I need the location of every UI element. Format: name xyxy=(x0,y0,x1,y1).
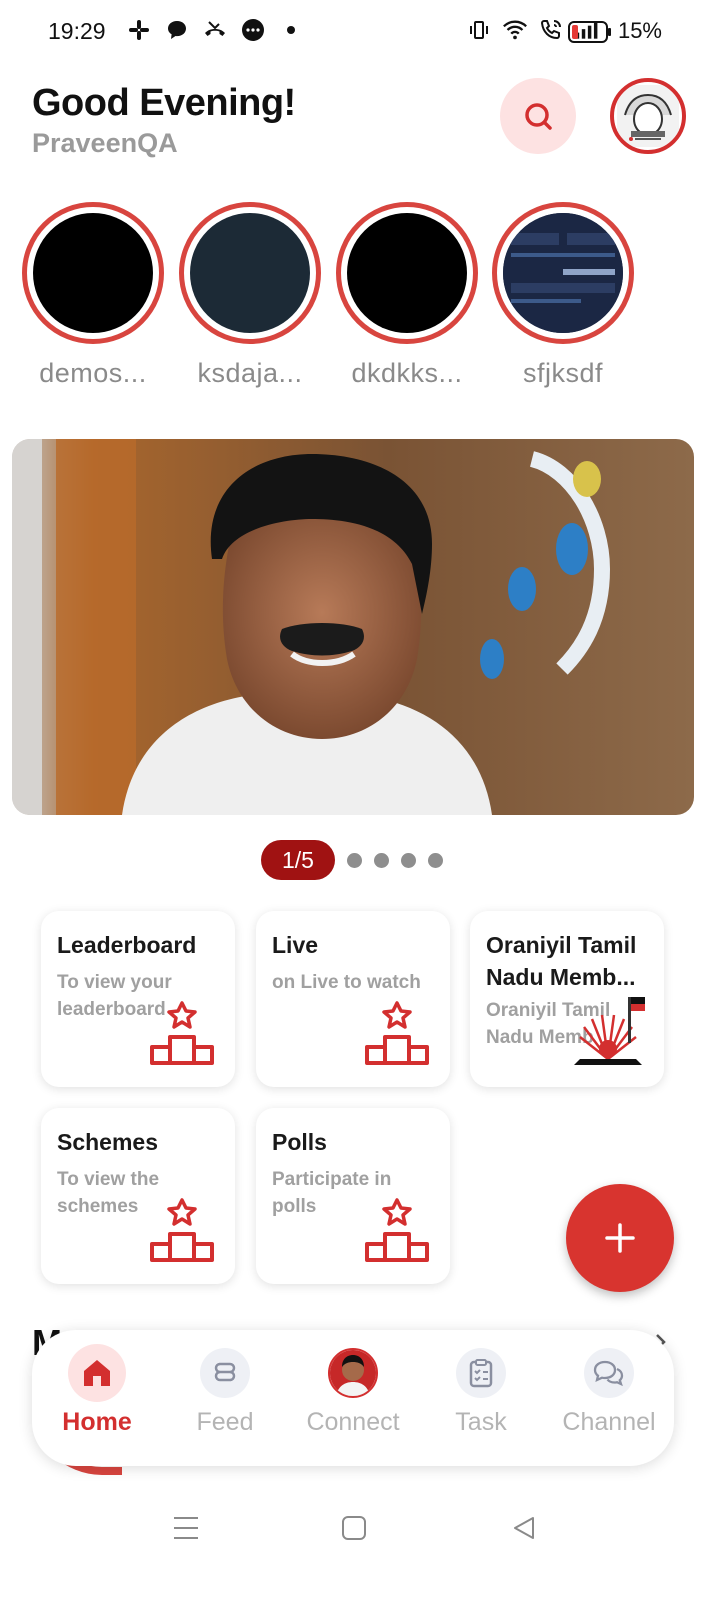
nav-label: Channel xyxy=(562,1408,656,1436)
podium-star-icon xyxy=(150,1198,214,1262)
search-icon xyxy=(525,103,552,130)
banner-carousel[interactable] xyxy=(12,439,694,815)
nav-task[interactable]: Task xyxy=(416,1348,546,1437)
feed-icon xyxy=(200,1348,250,1398)
status-bar: 19:29 15% xyxy=(0,0,720,64)
story-ring xyxy=(492,202,634,344)
card-title: Polls xyxy=(272,1129,327,1155)
pager-dot[interactable] xyxy=(428,852,443,868)
nav-connect[interactable]: Connect xyxy=(288,1348,418,1437)
party-flag-logo-icon xyxy=(574,997,645,1065)
menu-icon[interactable] xyxy=(166,1508,206,1548)
podium-star-icon xyxy=(150,1001,214,1065)
back-triangle-icon[interactable] xyxy=(504,1508,544,1548)
schemes-card[interactable]: Schemes To view the schemes xyxy=(41,1108,235,1284)
nav-label: Task xyxy=(455,1408,507,1436)
home-square-icon[interactable] xyxy=(334,1508,374,1548)
story-label: demos... xyxy=(39,358,147,388)
missed-call-icon xyxy=(202,17,228,43)
podium-star-icon xyxy=(365,1198,429,1262)
system-navigation-bar xyxy=(0,1500,720,1550)
pager-dot[interactable] xyxy=(401,852,416,868)
pager-current: 1/5 xyxy=(261,840,335,880)
membership-card[interactable]: Oraniyil Tamil Nadu Memb... Oraniyil Tam… xyxy=(470,911,664,1087)
story-item[interactable]: demos... xyxy=(22,202,164,389)
banner-image xyxy=(12,439,694,815)
chat-bubble-icon xyxy=(164,17,190,43)
status-time: 19:29 xyxy=(48,18,106,44)
pager-dot[interactable] xyxy=(374,852,389,868)
clipboard-icon xyxy=(456,1348,506,1398)
profile-avatar[interactable] xyxy=(610,78,686,154)
stories-row: demos... ksdaja... dkdkks... sfjksdf xyxy=(0,202,720,402)
greeting-title: Good Evening! xyxy=(32,82,296,124)
podium-star-icon xyxy=(365,1001,429,1065)
story-label: ksdaja... xyxy=(197,358,303,388)
chat-icon xyxy=(584,1348,634,1398)
avatar-logo-icon xyxy=(617,85,679,147)
search-button[interactable] xyxy=(500,78,576,154)
bottom-navigation: Home Feed Connect Task Channel xyxy=(32,1330,674,1466)
dot-icon xyxy=(278,17,304,43)
card-title: Leaderboard xyxy=(57,932,197,958)
card-title: Live xyxy=(272,932,319,958)
home-icon xyxy=(68,1344,126,1402)
nav-label: Connect xyxy=(306,1408,400,1436)
notification-icons xyxy=(126,17,304,43)
nav-label: Feed xyxy=(196,1408,254,1436)
messenger-icon xyxy=(240,17,266,43)
story-thumbnail xyxy=(33,213,153,333)
nav-label: Home xyxy=(62,1408,132,1436)
plus-icon xyxy=(605,1223,635,1253)
story-thumbnail xyxy=(347,213,467,333)
live-card[interactable]: Live on Live to watch xyxy=(256,911,450,1087)
carousel-pager: 1/5 xyxy=(261,840,443,880)
card-title: Schemes xyxy=(57,1129,159,1155)
username-label: PraveenQA xyxy=(32,128,178,158)
battery-icon xyxy=(568,21,612,48)
add-button[interactable] xyxy=(566,1184,674,1292)
story-ring xyxy=(336,202,478,344)
story-ring xyxy=(179,202,321,344)
story-thumbnail xyxy=(190,213,310,333)
pager-dot[interactable] xyxy=(347,852,362,868)
battery-percent: 15% xyxy=(617,18,662,43)
slack-icon xyxy=(126,17,152,43)
vibrate-icon xyxy=(466,17,492,43)
connect-avatar-icon xyxy=(328,1348,378,1398)
nav-feed[interactable]: Feed xyxy=(160,1348,290,1437)
story-label: sfjksdf xyxy=(522,358,604,388)
nav-home[interactable]: Home xyxy=(32,1344,162,1437)
story-ring xyxy=(22,202,164,344)
polls-card[interactable]: Polls Participate in polls xyxy=(256,1108,450,1284)
wifi-icon xyxy=(502,17,528,43)
leaderboard-card[interactable]: Leaderboard To view your leaderboard xyxy=(41,911,235,1087)
story-item[interactable]: dkdkks... xyxy=(336,202,478,389)
story-label: dkdkks... xyxy=(351,358,463,388)
card-title: Oraniyil Tamil Nadu Memb... xyxy=(486,932,637,990)
story-item[interactable]: sfjksdf xyxy=(492,202,634,389)
card-subtitle: on Live to watch xyxy=(272,972,421,993)
wifi-calling-icon xyxy=(538,17,564,43)
nav-channel[interactable]: Channel xyxy=(544,1348,674,1437)
story-thumbnail xyxy=(503,213,623,333)
story-item[interactable]: ksdaja... xyxy=(179,202,321,389)
